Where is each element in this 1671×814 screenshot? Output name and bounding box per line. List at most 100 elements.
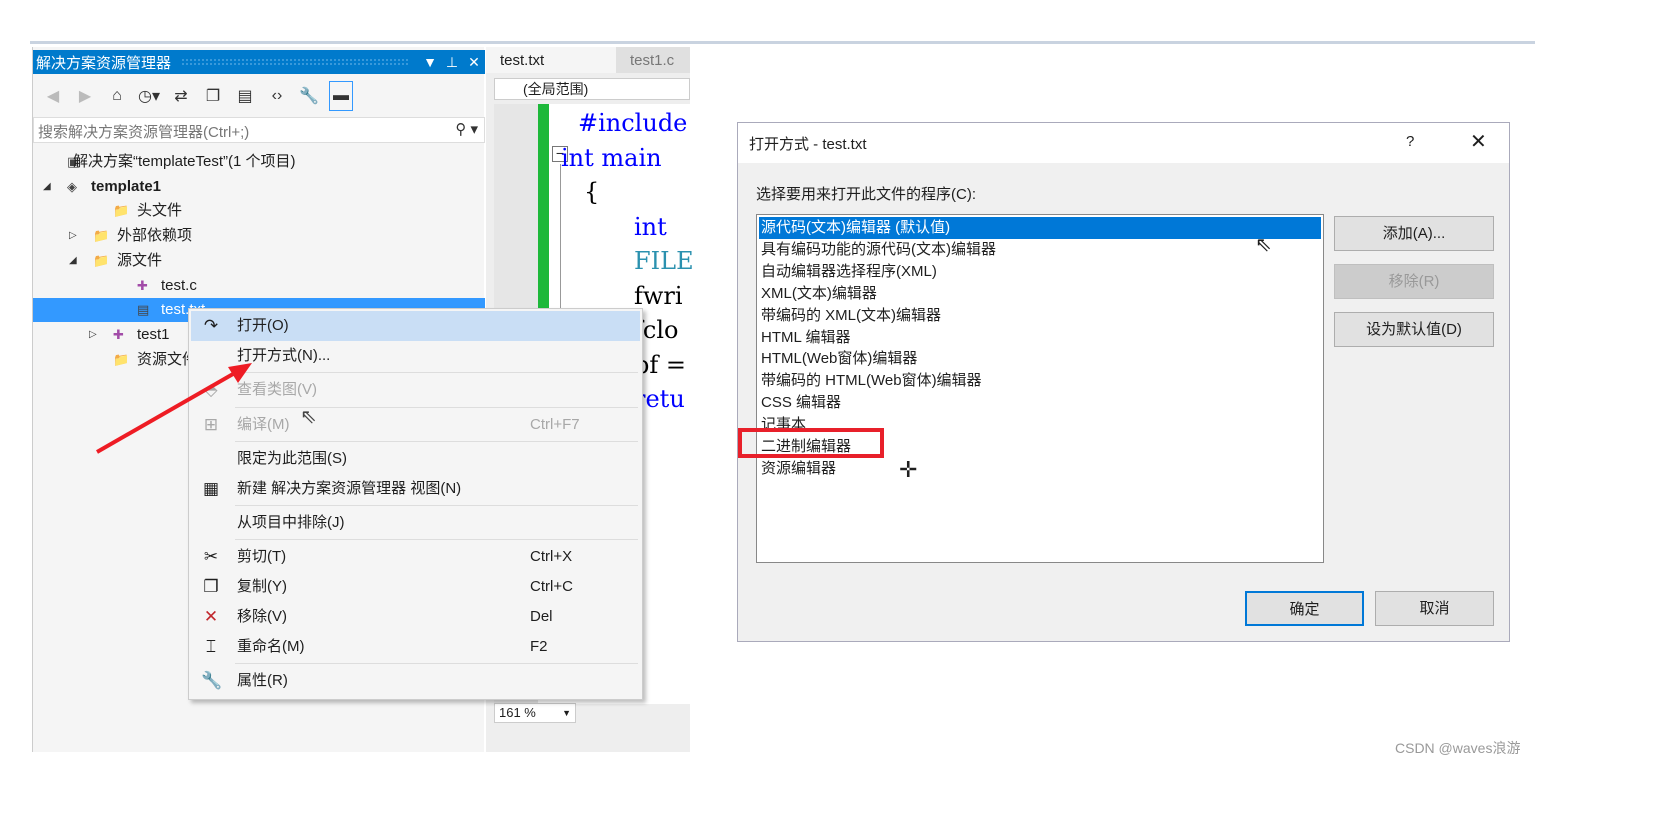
watermark: CSDN @waves浪游 xyxy=(1395,740,1521,756)
menu-item-shortcut: F2 xyxy=(530,638,548,655)
program-list-item[interactable]: 带编码的 HTML(Web窗体)编辑器 xyxy=(759,370,1321,392)
dropdown-icon[interactable]: ▼ xyxy=(419,54,441,70)
history-icon[interactable]: ◷▾ xyxy=(137,86,161,106)
menu-separator xyxy=(235,505,638,506)
code-line: int main xyxy=(561,143,662,172)
change-bar xyxy=(538,104,549,319)
cut-icon: ✂ xyxy=(203,547,219,566)
program-list-item[interactable]: 源代码(文本)编辑器 (默认值) xyxy=(759,217,1321,239)
program-list-item[interactable]: HTML 编辑器 xyxy=(759,327,1321,349)
menu-item[interactable]: 从项目中排除(J) xyxy=(191,508,640,538)
collapsed-icon[interactable]: ▷ xyxy=(89,323,97,347)
program-list-item[interactable]: 自动编辑器选择程序(XML) xyxy=(759,261,1321,283)
menu-item[interactable]: 🔧 属性(R) xyxy=(191,666,640,696)
panel-title: 解决方案资源管理器 xyxy=(36,54,172,72)
wrench-icon: 🔧 xyxy=(201,671,223,690)
project-icon: ◈ xyxy=(67,178,77,194)
back-icon[interactable]: ◀ xyxy=(41,86,65,106)
tree-item-label: 解决方案“templateTest”(1 个项目) xyxy=(73,153,296,170)
program-list-item[interactable]: 资源编辑器 xyxy=(759,458,1321,480)
tree-item[interactable]: ◢ 📁 源文件 xyxy=(33,249,485,273)
dialog-title-bar: 打开方式 - test.txt ? ✕ xyxy=(738,123,1509,163)
annotation-arrow xyxy=(96,363,252,454)
menu-item-label: 属性(R) xyxy=(237,672,288,689)
search-placeholder: 搜索解决方案资源管理器(Ctrl+;) xyxy=(38,124,250,141)
dialog-title: 打开方式 - test.txt xyxy=(749,136,867,153)
add-button[interactable]: 添加(A)... xyxy=(1334,216,1494,251)
program-list-item[interactable]: HTML(Web窗体)编辑器 xyxy=(759,348,1321,370)
wrench-icon[interactable]: 🔧 xyxy=(297,86,321,106)
menu-separator xyxy=(235,663,638,664)
code-view-icon[interactable]: ‹› xyxy=(265,87,289,105)
menu-item[interactable]: ↷ 打开(O) xyxy=(191,311,640,341)
menu-item-label: 打开(O) xyxy=(237,317,289,334)
expanded-icon[interactable]: ◢ xyxy=(69,249,77,273)
mouse-cursor-icon: ⇖ xyxy=(300,406,317,428)
collapse-all-icon[interactable]: ❐ xyxy=(201,86,225,106)
menu-item-label: 重命名(M) xyxy=(237,638,305,655)
folder-icon: 📁 xyxy=(93,252,110,268)
tree-item[interactable]: ▷ 📁 外部依赖项 xyxy=(33,224,485,248)
collapsed-icon[interactable]: ▷ xyxy=(69,224,77,248)
tree-item-label: test.c xyxy=(161,276,197,294)
program-list-item[interactable]: 带编码的 XML(文本)编辑器 xyxy=(759,305,1321,327)
tree-item-label: 头文件 xyxy=(137,202,183,220)
search-icon[interactable]: ⚲ ▾ xyxy=(455,120,478,138)
scope-dropdown[interactable]: (全局范围) xyxy=(494,78,690,100)
close-icon[interactable]: ✕ xyxy=(1470,129,1487,154)
menu-item[interactable]: ▦ 新建 解决方案资源管理器 视图(N) xyxy=(191,474,640,504)
code-line: int xyxy=(634,212,667,241)
program-list[interactable]: 源代码(文本)编辑器 (默认值) 具有编码功能的源代码(文本)编辑器 自动编辑器选择… xyxy=(756,214,1324,563)
drag-grip[interactable] xyxy=(181,58,409,66)
expanded-icon[interactable]: ◢ xyxy=(43,175,51,199)
cpp-file-icon: ✚ xyxy=(137,277,148,293)
cpp-file-icon: ✚ xyxy=(113,326,124,342)
menu-item-shortcut: Ctrl+C xyxy=(530,578,573,595)
show-all-files-icon[interactable]: ▤ xyxy=(233,86,257,106)
menu-separator xyxy=(235,372,638,373)
program-list-item[interactable]: XML(文本)编辑器 xyxy=(759,283,1321,305)
folder-icon: 📁 xyxy=(93,228,110,244)
menu-item-shortcut: Ctrl+X xyxy=(530,548,573,565)
close-icon[interactable]: ✕ xyxy=(463,54,485,71)
folder-icon: 📁 xyxy=(113,203,130,219)
cancel-button[interactable]: 取消 xyxy=(1375,591,1494,626)
program-list-item[interactable]: CSS 编辑器 xyxy=(759,392,1321,414)
zoom-value: 161 % xyxy=(499,705,536,720)
menu-item-label: 从项目中排除(J) xyxy=(237,514,345,531)
tab-test-txt[interactable]: test.txt xyxy=(486,47,616,73)
tree-item-label: 源文件 xyxy=(117,251,163,269)
help-button[interactable]: ? xyxy=(1406,133,1414,150)
menu-item[interactable]: ✂ 剪切(T) Ctrl+X xyxy=(191,542,640,572)
home-icon[interactable]: ⌂ xyxy=(105,87,129,105)
tree-item-label: test1 xyxy=(137,325,170,343)
sync-icon[interactable]: ⇄ xyxy=(169,86,193,106)
explorer-toolbar: ◀ ▶ ⌂ ◷▾ ⇄ ❐ ▤ ‹› 🔧 ▬ xyxy=(33,79,485,113)
tree-item[interactable]: ◢ ◈ template1 xyxy=(33,175,485,199)
tree-item[interactable]: ✚ test.c xyxy=(33,274,485,298)
menu-item[interactable]: ❐ 复制(Y) Ctrl+C xyxy=(191,572,640,602)
menu-item[interactable]: ✕ 移除(V) Del xyxy=(191,602,640,632)
code-line: fwri xyxy=(634,281,683,310)
tree-item[interactable]: 📁 头文件 xyxy=(33,199,485,223)
ok-button[interactable]: 确定 xyxy=(1245,591,1364,626)
tree-item[interactable]: ▣ 解决方案“templateTest”(1 个项目) xyxy=(33,150,485,174)
crosshair-cursor-icon: ✛ xyxy=(899,457,918,482)
set-default-button[interactable]: 设为默认值(D) xyxy=(1334,312,1494,347)
mouse-cursor-icon: ⇖ xyxy=(1255,234,1272,256)
menu-item-label: 移除(V) xyxy=(237,608,287,625)
program-list-item[interactable]: 具有编码功能的源代码(文本)编辑器 xyxy=(759,239,1321,261)
preview-icon[interactable]: ▬ xyxy=(329,81,353,111)
chevron-down-icon: ▼ xyxy=(562,708,571,718)
zoom-dropdown[interactable]: 161 % ▼ xyxy=(494,703,576,723)
pin-icon[interactable]: ⊥ xyxy=(441,54,463,71)
menu-item-label: 新建 解决方案资源管理器 视图(N) xyxy=(237,480,462,497)
copy-icon: ❐ xyxy=(203,577,219,596)
menu-item[interactable]: ⌶ 重命名(M) F2 xyxy=(191,632,640,662)
forward-icon[interactable]: ▶ xyxy=(73,86,97,106)
tab-label: test1.c xyxy=(630,52,675,69)
tab-test1-c[interactable]: test1.c xyxy=(616,47,690,73)
search-input[interactable]: 搜索解决方案资源管理器(Ctrl+;) ⚲ ▾ xyxy=(33,117,485,143)
remove-button[interactable]: 移除(R) xyxy=(1334,264,1494,299)
menu-separator xyxy=(235,441,638,442)
